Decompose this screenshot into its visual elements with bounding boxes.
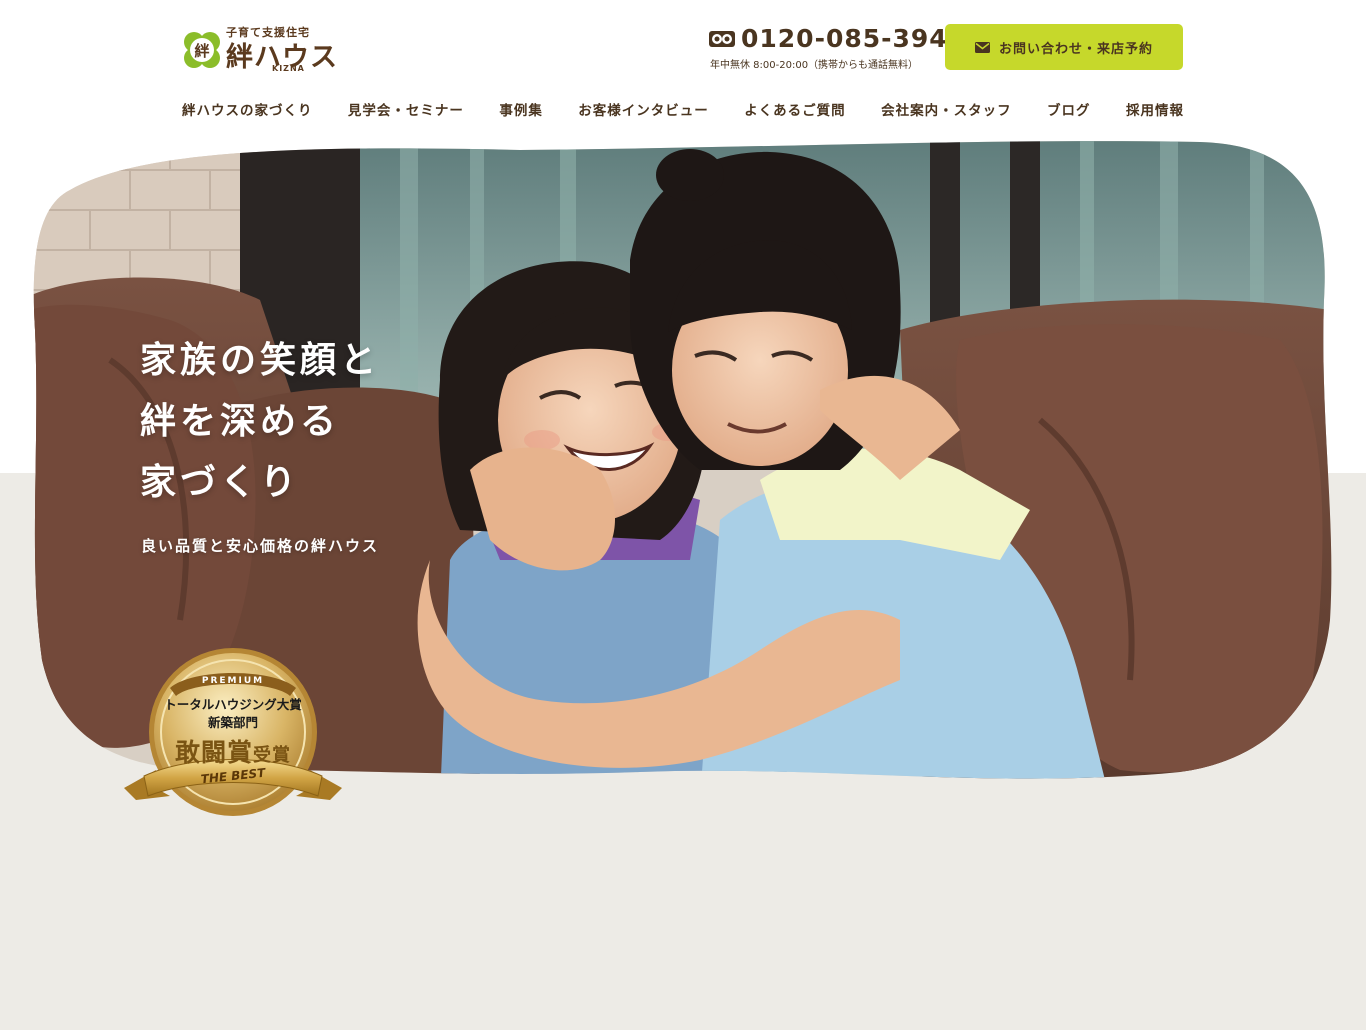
mail-icon: [974, 41, 990, 53]
nav-item-company[interactable]: 会社案内・スタッフ: [881, 99, 1012, 119]
phone-hours: 年中無休 8:00-20:00（携帯からも通話無料）: [710, 60, 919, 71]
nav-item-blog[interactable]: ブログ: [1047, 99, 1091, 119]
contact-button[interactable]: お問い合わせ・来店予約: [945, 24, 1183, 70]
nav-item-house-building[interactable]: 絆ハウスの家づくり: [182, 99, 313, 119]
hero-subtitle: 良い品質と安心価格の絆ハウス: [141, 537, 380, 555]
hero-title-line-3: 家づくり: [140, 462, 301, 503]
award-prize-main: 敢闘賞: [174, 738, 253, 767]
phone-number[interactable]: 0120-085-394: [741, 24, 948, 53]
site-logo[interactable]: 絆 子育て支援住宅 絆ハウス KIZNA: [182, 24, 352, 76]
nav-item-seminar[interactable]: 見学会・セミナー: [348, 99, 464, 119]
award-category: 新築部門: [207, 715, 258, 730]
clover-logo-icon: 絆: [184, 32, 220, 68]
free-dial-icon: [709, 31, 735, 47]
logo-clover-char: 絆: [194, 42, 209, 60]
main-nav: 絆ハウスの家づくり 見学会・セミナー 事例集 お客様インタビュー よくあるご質問…: [182, 97, 1184, 121]
hero-title-line-2: 絆を深める: [140, 401, 341, 442]
hero-title-line-1: 家族の笑顔と: [140, 340, 381, 381]
nav-item-faq[interactable]: よくあるご質問: [744, 99, 846, 119]
page: 家族の笑顔と 絆を深める 家づくり 良い品質と安心価格の絆ハウス PREMIUM…: [0, 0, 1366, 1030]
award-badge: PREMIUM トータルハウジング大賞 新築部門 敢闘賞受賞 THE BEST: [122, 648, 344, 820]
award-title: トータルハウジング大賞: [164, 697, 302, 712]
hero-image: [33, 141, 1332, 779]
nav-item-interview[interactable]: お客様インタビュー: [578, 99, 709, 119]
hero-title: 家族の笑顔と 絆を深める 家づくり: [140, 330, 380, 513]
award-premium-label: PREMIUM: [201, 676, 265, 686]
contact-button-label: お問い合わせ・来店予約: [998, 41, 1153, 57]
nav-item-cases[interactable]: 事例集: [499, 99, 543, 119]
logo-sub: KIZNA: [272, 64, 305, 73]
hero-section: 家族の笑顔と 絆を深める 家づくり 良い品質と安心価格の絆ハウス: [0, 0, 1366, 1030]
nav-item-recruit[interactable]: 採用情報: [1126, 99, 1184, 119]
phone-block[interactable]: 0120-085-394 年中無休 8:00-20:00（携帯からも通話無料）: [706, 24, 947, 72]
